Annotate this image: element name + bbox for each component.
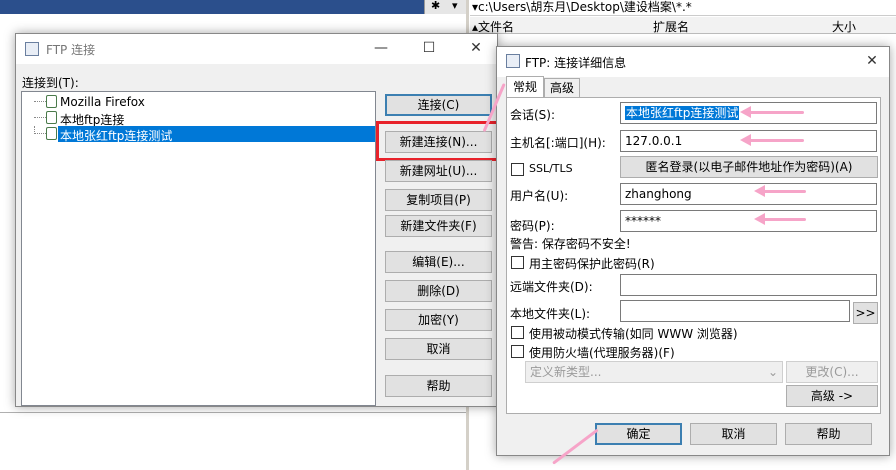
highlight-box xyxy=(376,121,501,161)
new-folder-button[interactable]: 新建文件夹(F) xyxy=(385,215,492,237)
browse-button[interactable]: >> xyxy=(853,302,878,324)
path-bar[interactable]: ▾c:\Users\胡东月\Desktop\建设档案\*.* xyxy=(470,0,896,16)
ssl-checkbox[interactable] xyxy=(511,163,524,176)
ftp-details-dialog: FTP: 连接详细信息 ✕ 常规 高级 会话(S): 本地张红ftp连接测试 主… xyxy=(496,46,890,456)
advanced-button[interactable]: 高级 -> xyxy=(786,385,878,407)
tab-label: 常规 xyxy=(512,80,537,94)
panel-titlebar xyxy=(0,0,424,14)
dropdown-icon[interactable]: ▾ xyxy=(452,0,458,12)
master-password-checkbox[interactable] xyxy=(511,256,524,269)
ftp-icon xyxy=(25,42,39,56)
tree-item-selected[interactable]: 本地张红ftp连接测试 xyxy=(22,126,375,143)
close-icon[interactable]: ✕ xyxy=(465,38,487,58)
panel-toolbar: ✱ ▾ xyxy=(424,0,466,14)
cancel-button[interactable]: 取消 xyxy=(385,338,492,360)
chevron-down-icon: ⌄ xyxy=(767,365,778,379)
column-size[interactable]: 大小 xyxy=(832,18,856,35)
dialog-titlebar: FTP: 连接详细信息 ✕ xyxy=(497,47,889,77)
remote-folder-label: 远端文件夹(D): xyxy=(510,280,593,294)
passive-mode-checkbox[interactable] xyxy=(511,326,524,339)
delete-button[interactable]: 删除(D) xyxy=(385,280,492,302)
dialog-titlebar: FTP 连接 — ☐ ✕ xyxy=(16,34,497,64)
ftp-server-icon xyxy=(46,111,57,124)
firewall-label: 使用防火墙(代理服务器)(F) xyxy=(529,346,675,360)
dialog-title: FTP: 连接详细信息 xyxy=(525,56,627,70)
tab-advanced[interactable]: 高级 xyxy=(544,78,580,98)
tree-item[interactable]: Mozilla Firefox xyxy=(22,94,375,110)
session-label: 会话(S): xyxy=(510,108,556,122)
connection-tree[interactable]: Mozilla Firefox 本地ftp连接 本地张红ftp连接测试 xyxy=(21,91,376,406)
help-button[interactable]: 帮助 xyxy=(785,423,872,445)
column-extension[interactable]: 扩展名 xyxy=(653,18,689,35)
maximize-icon[interactable]: ☐ xyxy=(418,38,440,58)
ftp-server-icon xyxy=(46,127,57,140)
ftp-server-icon xyxy=(46,95,57,108)
new-url-button[interactable]: 新建网址(U)... xyxy=(385,160,492,182)
local-folder-label: 本地文件夹(L): xyxy=(510,307,591,321)
password-field[interactable]: ****** xyxy=(620,210,877,232)
proxy-type-select[interactable]: 定义新类型... ⌄ xyxy=(525,361,783,383)
local-folder-field[interactable] xyxy=(620,300,850,322)
close-icon[interactable]: ✕ xyxy=(861,51,883,71)
passive-mode-label: 使用被动模式传输(如同 WWW 浏览器) xyxy=(529,327,738,341)
encrypt-button[interactable]: 加密(Y) xyxy=(385,309,492,331)
ftp-icon xyxy=(506,54,520,68)
minimize-icon[interactable]: — xyxy=(370,38,392,58)
tree-item-label: 本地张红ftp连接测试 xyxy=(60,129,173,143)
tree-item-label: Mozilla Firefox xyxy=(60,95,145,109)
connect-to-label: 连接到(T): xyxy=(22,76,79,90)
copy-item-button[interactable]: 复制项目(P) xyxy=(385,189,492,211)
cancel-button[interactable]: 取消 xyxy=(690,423,777,445)
asterisk-icon[interactable]: ✱ xyxy=(431,0,440,12)
connect-button[interactable]: 连接(C) xyxy=(385,94,492,116)
username-field[interactable]: zhanghong xyxy=(620,183,877,205)
tree-item[interactable]: 本地ftp连接 xyxy=(22,110,375,127)
username-label: 用户名(U): xyxy=(510,189,569,203)
host-label: 主机名[:端口](H): xyxy=(510,136,606,150)
ftp-connect-dialog: FTP 连接 — ☐ ✕ 连接到(T): Mozilla Firefox 本地f… xyxy=(15,33,501,407)
password-label: 密码(P): xyxy=(510,219,555,233)
tab-general[interactable]: 常规 xyxy=(506,76,544,98)
remote-folder-field[interactable] xyxy=(620,274,877,296)
tab-label: 高级 xyxy=(549,81,574,95)
firewall-checkbox[interactable] xyxy=(511,345,524,358)
ssl-label: SSL/TLS xyxy=(529,162,573,175)
dialog-title: FTP 连接 xyxy=(46,43,96,57)
edit-button[interactable]: 编辑(E)... xyxy=(385,251,492,273)
file-list-header: ▴文件名 扩展名 大小 xyxy=(470,17,896,34)
divider xyxy=(0,412,466,413)
warning-text: 警告: 保存密码不安全! xyxy=(510,237,631,251)
help-button[interactable]: 帮助 xyxy=(385,375,492,397)
change-button[interactable]: 更改(C)... xyxy=(786,361,878,383)
master-password-label: 用主密码保护此密码(R) xyxy=(529,257,655,271)
ok-button[interactable]: 确定 xyxy=(595,423,682,445)
anonymous-login-button[interactable]: 匿名登录(以电子邮件地址作为密码)(A) xyxy=(620,156,878,178)
